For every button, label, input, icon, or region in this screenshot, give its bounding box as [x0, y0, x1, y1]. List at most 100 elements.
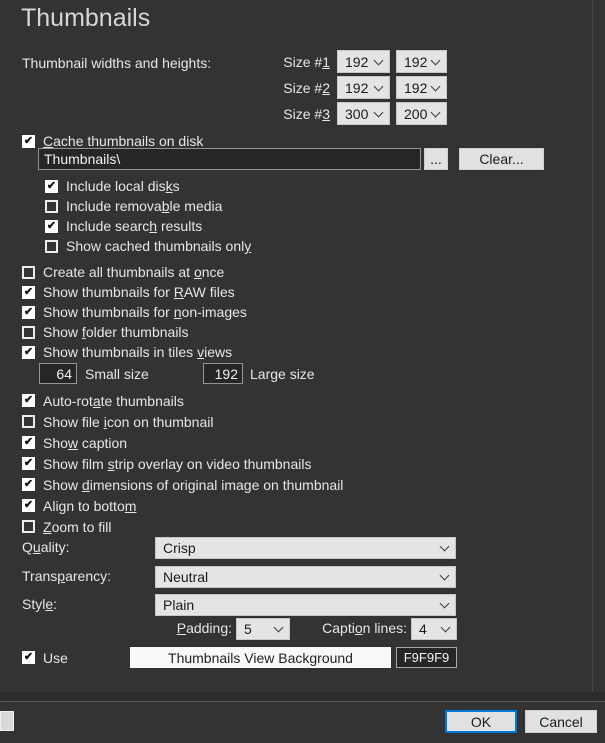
checkbox-row-auto-rotate-thumbnails[interactable]: Auto-rotate thumbnails — [22, 390, 343, 411]
size-label-2: Size #2 — [283, 79, 330, 96]
checkbox-label: Align to bottom — [43, 497, 137, 514]
chevron-down-icon — [273, 622, 284, 633]
checkbox-label: Create all thumbnails at once — [43, 264, 225, 280]
select-row-quality: Quality: Crisp — [0, 537, 605, 559]
size-1-width-combobox[interactable]: 192 — [337, 50, 390, 73]
large-size-label: Large size — [250, 366, 315, 382]
cache-folder-input[interactable] — [38, 148, 421, 170]
checkbox-row-use[interactable]: Use — [22, 647, 68, 668]
chevron-down-icon — [373, 81, 384, 91]
quality-combobox[interactable]: Crisp — [155, 537, 456, 559]
checkbox-include-removable-media[interactable] — [45, 199, 58, 213]
checkbox-label: Show caption — [43, 434, 128, 451]
combobox-value: 5 — [244, 621, 252, 637]
checkbox-row-zoom-to-fill[interactable]: Zoom to fill — [22, 516, 343, 537]
content-right-border — [592, 0, 593, 692]
footer-divider — [0, 701, 605, 702]
checkbox-row-include-search-results[interactable]: Include search results — [45, 216, 251, 236]
checkbox-align-to-bottom[interactable] — [22, 499, 35, 512]
background-color-hex-field[interactable]: F9F9F9 — [396, 647, 457, 668]
size-3-width-combobox[interactable]: 300 — [337, 102, 390, 125]
checkbox-show-dimensions-of-original-image-on-thumbnail[interactable] — [22, 478, 35, 491]
thumbnails-view-background-button[interactable]: Thumbnails View Background — [130, 647, 391, 668]
padding-combobox[interactable]: 5 — [236, 618, 290, 640]
checkbox-label: Show thumbnails for non-images — [43, 304, 247, 320]
chevron-down-icon — [430, 55, 441, 65]
checkbox-label: Include removable media — [66, 198, 223, 214]
combobox-value: 4 — [419, 621, 427, 637]
large-size-input[interactable] — [203, 363, 243, 384]
checkbox-row-include-removable-media[interactable]: Include removable media — [45, 196, 251, 216]
checkbox-row-show-thumbnails-in-tiles-views[interactable]: Show thumbnails in tiles views — [22, 342, 247, 362]
checkbox-row-show-folder-thumbnails[interactable]: Show folder thumbnails — [22, 322, 247, 342]
partial-button-fragment[interactable] — [0, 711, 14, 731]
checkbox-label: Auto-rotate thumbnails — [43, 392, 184, 409]
small-size-input[interactable] — [39, 363, 77, 384]
checkbox-label: Show cached thumbnails only — [66, 238, 252, 254]
style-combobox[interactable]: Plain — [155, 594, 456, 616]
checkbox-create-all-thumbnails-at-once[interactable] — [22, 265, 35, 279]
size-1-height-combobox[interactable]: 192 — [396, 50, 447, 73]
combobox-value: Plain — [163, 597, 195, 613]
size-row-1: Size #1 192 192 — [270, 50, 450, 73]
combobox-value: 192 — [345, 53, 369, 70]
checkbox-show-thumbnails-in-tiles-views[interactable] — [22, 345, 35, 359]
checkbox-label: Use — [43, 649, 68, 666]
size-3-height-combobox[interactable]: 200 — [396, 102, 447, 125]
clear-button[interactable]: Clear... — [459, 148, 544, 170]
checkbox-show-cached-thumbnails-only[interactable] — [45, 239, 58, 253]
size-row-2: Size #2 192 192 — [270, 76, 450, 99]
size-2-height-combobox[interactable]: 192 — [396, 76, 447, 99]
checkbox-row-show-thumbnails-for-non-images[interactable]: Show thumbnails for non-images — [22, 302, 247, 322]
combobox-value: Crisp — [163, 540, 196, 556]
checkbox-label: Show folder thumbnails — [43, 324, 189, 340]
checkbox-show-caption[interactable] — [22, 436, 35, 449]
checkbox-zoom-to-fill[interactable] — [22, 520, 35, 533]
checkbox-row-show-thumbnails-for-raw-files[interactable]: Show thumbnails for RAW files — [22, 282, 247, 302]
checkbox-row-show-cached-thumbnails-only[interactable]: Show cached thumbnails only — [45, 236, 251, 256]
transparency-combobox[interactable]: Neutral — [155, 566, 456, 588]
cancel-button[interactable]: Cancel — [525, 710, 597, 733]
thumbnail-sizes-heading: Thumbnail widths and heights: — [22, 55, 212, 71]
checkbox-row-show-caption[interactable]: Show caption — [22, 432, 343, 453]
padding-label: Padding: — [176, 620, 232, 636]
label-style: Style: — [22, 596, 58, 612]
checkbox-include-local-disks[interactable] — [45, 179, 58, 193]
thumbnails-settings-dialog: Thumbnails Thumbnail widths and heights:… — [0, 0, 605, 743]
checkbox-cache-thumbnails-on-disk[interactable] — [22, 134, 35, 148]
size-row-3: Size #3 300 200 — [270, 102, 450, 125]
size-2-width-combobox[interactable]: 192 — [337, 76, 390, 99]
browse-button[interactable]: ... — [424, 148, 448, 170]
checkbox-label: Include local disks — [66, 178, 180, 194]
checkbox-show-thumbnails-for-non-images[interactable] — [22, 305, 35, 319]
combobox-value: 192 — [345, 79, 369, 96]
checkbox-show-film-strip-overlay-on-video-thumbnails[interactable] — [22, 457, 35, 470]
checkbox-auto-rotate-thumbnails[interactable] — [22, 394, 35, 407]
checkbox-row-show-file-icon-on-thumbnail[interactable]: Show file icon on thumbnail — [22, 411, 343, 432]
chevron-down-icon — [439, 570, 450, 581]
ok-button[interactable]: OK — [445, 710, 517, 733]
checkbox-row-show-film-strip-overlay-on-video-thumbnails[interactable]: Show film strip overlay on video thumbna… — [22, 453, 343, 474]
checkbox-label: Show thumbnails for RAW files — [43, 284, 235, 300]
checkbox-show-file-icon-on-thumbnail[interactable] — [22, 415, 35, 428]
thumbnail-options-bottom: Auto-rotate thumbnails Show file icon on … — [22, 390, 343, 537]
checkbox-show-thumbnails-for-raw-files[interactable] — [22, 285, 35, 299]
caption-lines-combobox[interactable]: 4 — [411, 618, 457, 640]
checkbox-use[interactable] — [22, 651, 35, 664]
combobox-value: 200 — [404, 105, 428, 122]
checkbox-row-align-to-bottom[interactable]: Align to bottom — [22, 495, 343, 516]
checkbox-label: Include search results — [66, 218, 203, 234]
checkbox-label: Show file icon on thumbnail — [43, 413, 214, 430]
content-bottom-edge — [0, 692, 605, 701]
chevron-down-icon — [373, 107, 384, 117]
chevron-down-icon — [430, 81, 441, 91]
checkbox-row-create-all-thumbnails-at-once[interactable]: Create all thumbnails at once — [22, 262, 247, 282]
checkbox-include-search-results[interactable] — [45, 219, 58, 233]
checkbox-label: Show dimensions of original image on thu… — [43, 476, 344, 493]
checkbox-row-include-local-disks[interactable]: Include local disks — [45, 176, 251, 196]
checkbox-show-folder-thumbnails[interactable] — [22, 325, 35, 339]
label-transparency: Transparency: — [22, 568, 111, 584]
checkbox-row-show-dimensions-of-original-image-on-thumbnail[interactable]: Show dimensions of original image on thu… — [22, 474, 343, 495]
combobox-value: 192 — [404, 79, 428, 96]
checkbox-label: Show thumbnails in tiles views — [43, 344, 233, 360]
